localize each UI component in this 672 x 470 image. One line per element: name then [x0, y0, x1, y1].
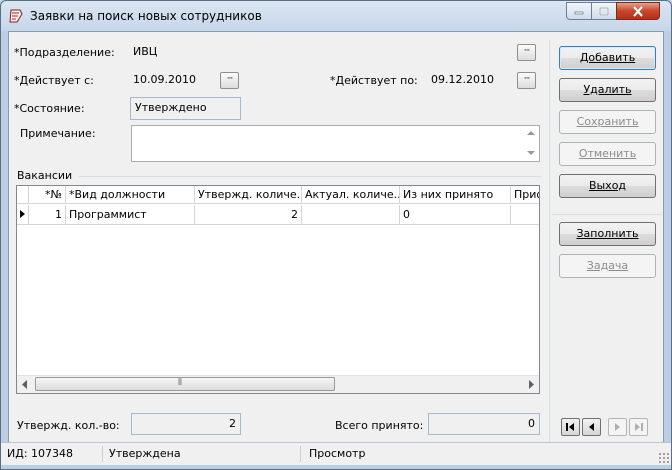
app-window: Заявки на поиск новых сотрудников *Подра… — [0, 0, 672, 470]
division-field[interactable]: ИВЦ — [129, 42, 514, 63]
delete-button[interactable]: Удалить — [559, 78, 656, 102]
division-label: *Подразделение: — [14, 46, 115, 59]
valid-to-label: *Действует по: — [330, 74, 418, 87]
scroll-right-icon[interactable] — [527, 380, 535, 389]
buttons-panel-divider — [549, 40, 550, 448]
title-bar[interactable]: Заявки на поиск новых сотрудников — [1, 1, 671, 31]
hired-total-field: 0 — [428, 413, 540, 435]
valid-to-picker-button[interactable]: ··· — [517, 72, 536, 89]
table-cell-hired[interactable]: 0 — [400, 205, 511, 225]
scroll-grip-icon: ⦀ — [178, 378, 182, 388]
next-record-icon — [615, 423, 620, 431]
table-cell-priority[interactable] — [511, 205, 539, 225]
close-button[interactable] — [616, 2, 660, 20]
table-cell-position[interactable]: Программист — [66, 205, 195, 225]
valid-from-picker-button[interactable]: ··· — [220, 72, 239, 89]
save-button[interactable]: Сохранить — [559, 110, 656, 134]
column-header-position[interactable]: *Вид должности — [66, 186, 195, 204]
approved-total-label: Утвержд. кол.-во: — [17, 419, 120, 432]
approved-total-field: 2 — [131, 413, 241, 435]
app-icon — [9, 9, 23, 23]
scroll-left-icon[interactable] — [21, 380, 29, 389]
valid-from-field[interactable]: 10.09.2010 — [129, 70, 217, 91]
table-cell-actual[interactable] — [302, 205, 400, 225]
close-icon — [633, 5, 643, 17]
note-scrollbar[interactable] — [523, 126, 539, 161]
status-label: *Состояние: — [14, 102, 85, 115]
current-row-indicator — [17, 205, 29, 225]
column-header-actual[interactable]: Актуал. количе... — [302, 186, 400, 204]
previous-record-icon — [589, 423, 594, 431]
table-cell-approved[interactable]: 2 — [195, 205, 302, 225]
status-mode: Просмотр — [309, 447, 366, 460]
resize-grip-icon[interactable] — [658, 452, 669, 463]
status-record-state: Утверждена — [105, 446, 301, 462]
vacancies-grid[interactable]: *№ *Вид должности Утвержд. количе... Акт… — [16, 185, 540, 394]
window-title: Заявки на поиск новых сотрудников — [30, 9, 262, 23]
first-record-icon — [566, 423, 574, 431]
last-record-button[interactable] — [629, 418, 648, 436]
group-divider — [79, 176, 541, 177]
column-header-priority[interactable]: Приор — [511, 186, 539, 204]
column-header-approved[interactable]: Утвержд. количе... — [195, 186, 302, 204]
exit-button[interactable]: Выход — [559, 174, 656, 198]
valid-to-field[interactable]: 09.12.2010 — [427, 70, 515, 91]
hired-total-label: Всего принято: — [335, 419, 424, 432]
minimize-icon — [574, 11, 584, 15]
maximize-icon — [599, 6, 609, 16]
note-textarea[interactable] — [131, 125, 540, 162]
column-header-number[interactable]: *№ — [29, 186, 66, 204]
status-bar: ИД: 107348 Утверждена Просмотр — [1, 442, 671, 465]
button-group-divider — [552, 214, 662, 215]
form-client-area: *Подразделение: ИВЦ ··· *Действует с: 10… — [8, 31, 664, 462]
scroll-down-icon[interactable] — [527, 151, 535, 155]
row-indicator-header — [17, 186, 29, 204]
column-header-hired[interactable]: Из них принято — [400, 186, 511, 204]
task-button[interactable]: Задача — [559, 254, 656, 278]
minimize-button[interactable] — [566, 2, 592, 20]
maximize-button[interactable] — [591, 2, 617, 20]
row-pointer-icon — [20, 210, 25, 218]
next-record-button[interactable] — [608, 418, 627, 436]
vacancies-group-label: Вакансии — [17, 169, 73, 182]
note-label: Примечание: — [20, 127, 96, 140]
valid-from-label: *Действует с: — [14, 74, 94, 87]
scroll-thumb[interactable]: ⦀ — [35, 377, 335, 391]
scroll-up-icon[interactable] — [527, 131, 535, 135]
division-lookup-button[interactable]: ··· — [517, 44, 536, 61]
table-cell-number[interactable]: 1 — [29, 205, 66, 225]
add-button[interactable]: Добавить — [559, 46, 656, 70]
cancel-button[interactable]: Отменить — [559, 142, 656, 166]
last-record-icon — [635, 423, 643, 431]
horizontal-scrollbar[interactable]: ⦀ — [17, 375, 539, 393]
fill-button[interactable]: Заполнить — [559, 222, 656, 246]
previous-record-button[interactable] — [582, 418, 601, 436]
status-field[interactable]: Утверждено — [130, 97, 241, 120]
first-record-button[interactable] — [561, 418, 580, 436]
status-record-id: ИД: 107348 — [3, 446, 103, 462]
